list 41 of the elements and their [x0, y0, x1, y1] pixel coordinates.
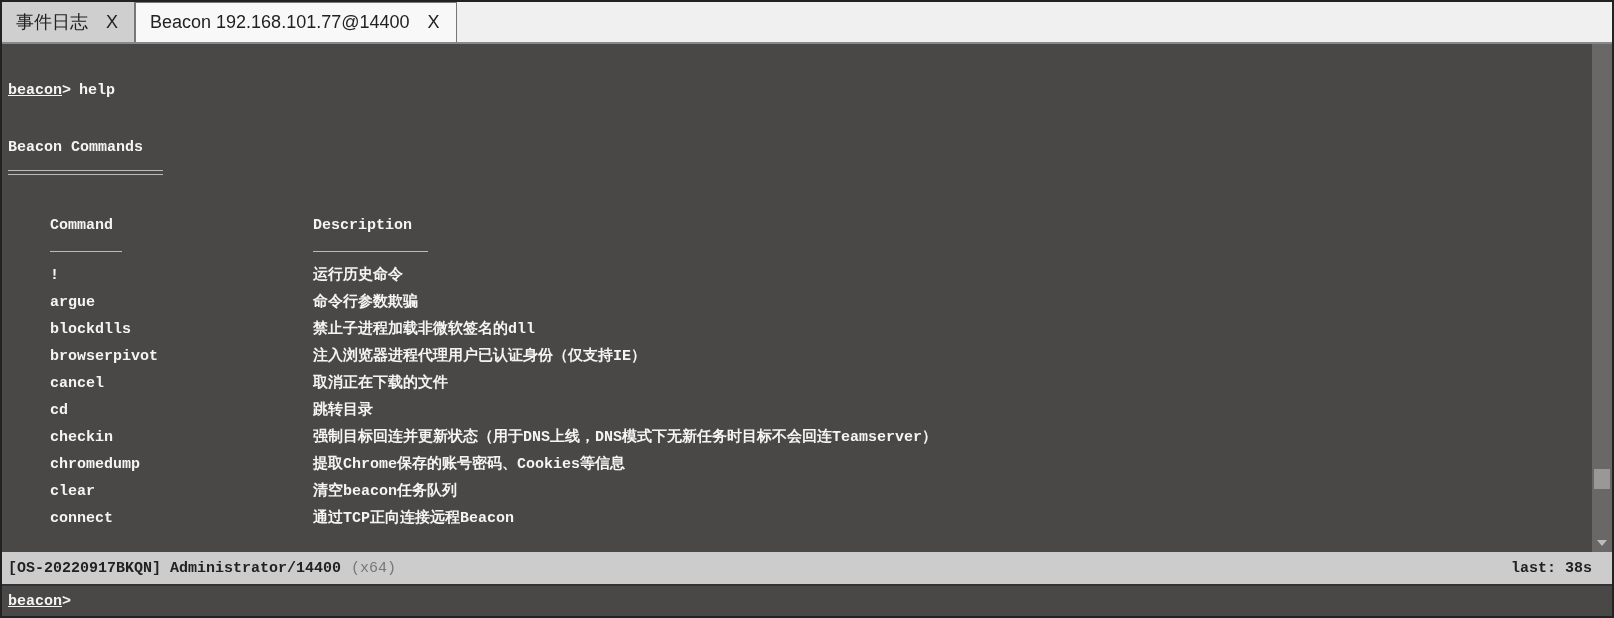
- command-name: !: [50, 267, 60, 285]
- column-header: Command: [50, 217, 114, 234]
- prompt-label: beacon: [8, 82, 62, 99]
- tab-label: Beacon 192.168.101.77@14400: [150, 12, 410, 33]
- section-heading: Beacon Commands: [8, 139, 145, 156]
- command-description: 强制目标回连并更新状态（用于DNS上线，DNS模式下无新任务时目标不会回连Teamserver）: [313, 429, 939, 447]
- scrollbar-thumb[interactable]: [1594, 469, 1610, 489]
- command-description: 通过TCP正向连接远程Beacon: [313, 510, 515, 528]
- command-description: 跳转目录: [313, 402, 374, 420]
- close-button[interactable]: X: [104, 11, 120, 33]
- arch-label: (x64): [351, 559, 397, 577]
- command-description: 命令行参数欺骗: [313, 294, 419, 312]
- tab-label: 事件日志: [16, 11, 88, 34]
- tab[interactable]: Beacon 192.168.101.77@14400 X: [135, 2, 457, 42]
- command-description: 清空beacon任务队列: [313, 483, 458, 501]
- command-name: cd: [50, 402, 69, 420]
- scroll-down-icon[interactable]: [1597, 540, 1607, 546]
- close-button[interactable]: X: [425, 12, 442, 33]
- last-seen-label: last: 38s: [1511, 559, 1592, 577]
- command-name: browserpivot: [50, 348, 160, 366]
- command-name: blockdlls: [50, 321, 132, 339]
- column-header: Description: [313, 217, 414, 234]
- prompt-sign: >: [62, 592, 72, 610]
- command-name: argue: [50, 294, 96, 312]
- command-description: 禁止子进程加载非微软签名的dll: [313, 321, 536, 339]
- prompt-sign: >: [62, 82, 72, 99]
- command-text: help: [79, 82, 116, 99]
- command-description: 运行历史命令: [313, 267, 404, 285]
- session-label: [OS-20220917BKQN] Administrator/14400: [8, 559, 342, 577]
- command-name: cancel: [50, 375, 105, 393]
- tab[interactable]: 事件日志 X: [2, 2, 135, 42]
- command-name: clear: [50, 483, 96, 501]
- command-name: checkin: [50, 429, 114, 447]
- command-name: connect: [50, 510, 114, 528]
- command-description: 提取Chrome保存的账号密码、Cookies等信息: [313, 456, 627, 474]
- scrollbar[interactable]: [1592, 44, 1612, 552]
- prompt-label: beacon: [8, 592, 62, 610]
- command-description: 注入浏览器进程代理用户已认证身份（仅支持IE）: [313, 348, 647, 366]
- command-input[interactable]: beacon>: [2, 584, 1612, 616]
- command-description: 取消正在下载的文件: [313, 375, 449, 393]
- command-name: chromedump: [50, 456, 141, 474]
